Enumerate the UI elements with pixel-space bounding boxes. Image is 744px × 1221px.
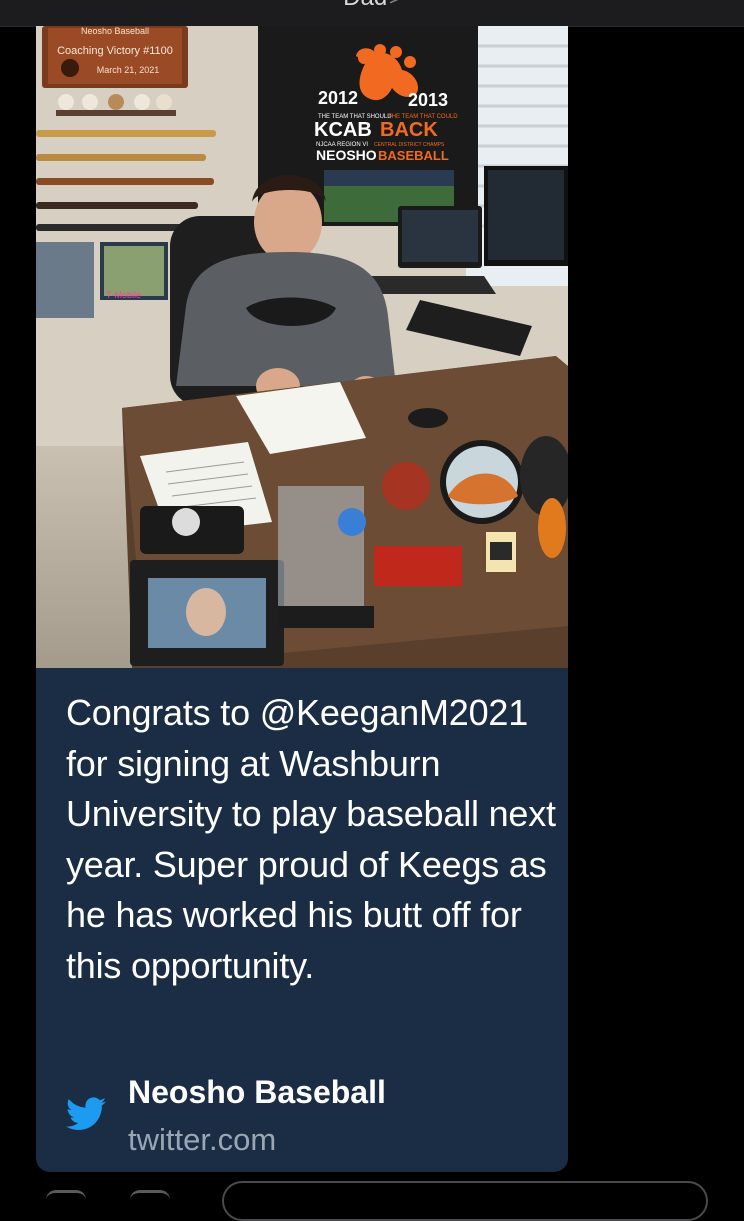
office-photo-illustration: Neosho Baseball Coaching Victory #1100 M… bbox=[36, 26, 568, 668]
svg-text:BACK: BACK bbox=[380, 119, 438, 141]
link-source[interactable]: Neosho Baseball twitter.com bbox=[66, 1066, 556, 1166]
svg-text:KCAB: KCAB bbox=[314, 119, 372, 141]
tweet-photo[interactable]: Neosho Baseball Coaching Victory #1100 M… bbox=[36, 26, 568, 668]
svg-text:T·Mobile: T·Mobile bbox=[106, 290, 141, 300]
apps-icon[interactable] bbox=[130, 1190, 170, 1207]
svg-text:March 21, 2021: March 21, 2021 bbox=[97, 65, 160, 75]
message-input[interactable] bbox=[222, 1181, 708, 1221]
link-domain: twitter.com bbox=[128, 1122, 277, 1157]
contact-name: Dad bbox=[343, 0, 387, 11]
tweet-text: Congrats to @KeeganM2021 for signing at … bbox=[66, 692, 556, 986]
svg-text:NEOSHO: NEOSHO bbox=[316, 147, 377, 163]
svg-text:2012: 2012 bbox=[318, 88, 358, 108]
link-preview-card[interactable]: Neosho Baseball Coaching Victory #1100 M… bbox=[36, 26, 568, 1172]
conversation-header: Dad> bbox=[0, 0, 744, 27]
camera-icon[interactable] bbox=[46, 1190, 86, 1207]
link-title: Neosho Baseball bbox=[128, 1074, 386, 1110]
svg-text:BASEBALL: BASEBALL bbox=[378, 148, 449, 163]
person-head bbox=[254, 182, 322, 262]
twitter-bird-icon bbox=[66, 1097, 106, 1130]
svg-text:2013: 2013 bbox=[408, 90, 448, 110]
svg-text:Neosho Baseball: Neosho Baseball bbox=[81, 26, 149, 36]
contact-name-button[interactable]: Dad> bbox=[0, 0, 744, 11]
svg-text:Coaching Victory #1100: Coaching Victory #1100 bbox=[57, 45, 173, 57]
chevron-right-icon: > bbox=[389, 0, 401, 10]
